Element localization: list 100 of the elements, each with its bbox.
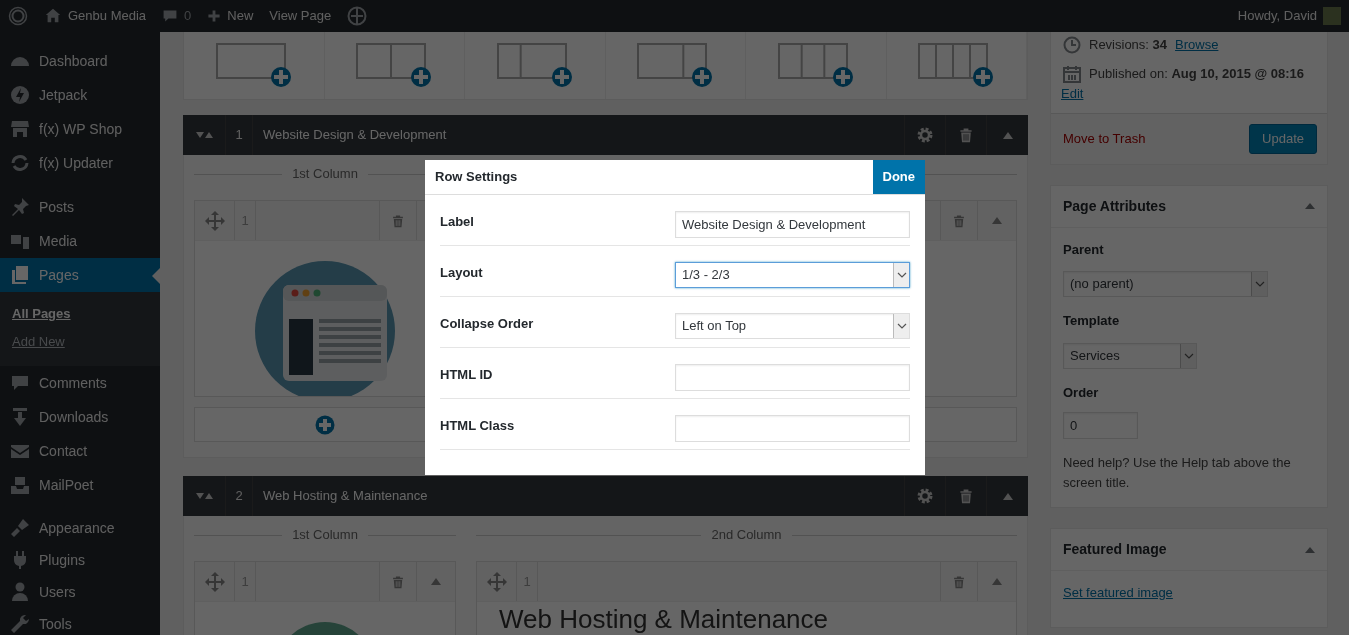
caret-up-icon[interactable] — [1002, 131, 1013, 139]
field-label: Template — [1063, 312, 1121, 330]
revisions-text: Revisions: 34 — [1089, 36, 1168, 55]
field-label: Collapse Order — [440, 315, 534, 333]
select-field[interactable]: Left on Top — [675, 313, 910, 339]
menu-item[interactable]: Comments — [0, 366, 160, 400]
trash-icon[interactable] — [958, 126, 974, 144]
menu-item[interactable]: Tools — [0, 608, 160, 635]
greeting-link[interactable]: Howdy, David — [1237, 6, 1317, 26]
layout-icon — [777, 43, 854, 88]
dialog-title: Row Settings — [434, 168, 519, 187]
pages-icon — [10, 265, 30, 285]
template-select[interactable]: Services — [1063, 342, 1197, 369]
new-link[interactable]: New — [227, 6, 254, 26]
layout-option-button[interactable] — [356, 43, 433, 88]
settings-button[interactable] — [916, 487, 934, 505]
globe-icon[interactable] — [347, 6, 368, 26]
download-icon — [10, 407, 30, 427]
site-name-link[interactable]: Genbu Media — [68, 6, 147, 26]
caret-up-icon[interactable] — [992, 217, 1002, 224]
layout-icon — [496, 43, 573, 88]
caret-up-icon[interactable] — [1305, 546, 1315, 553]
row-number: 1 — [235, 126, 243, 145]
trash-icon[interactable] — [952, 573, 966, 590]
input-field[interactable] — [675, 364, 910, 391]
box-title: Featured Image — [1063, 540, 1167, 559]
person-icon — [10, 582, 30, 602]
menu-item[interactable]: Pages — [0, 258, 160, 292]
chevron-down-icon — [1183, 352, 1194, 359]
menu-item[interactable]: Appearance — [0, 512, 160, 544]
brush-icon — [10, 518, 30, 538]
menu-item[interactable]: Downloads — [0, 400, 160, 434]
menu-item[interactable]: f(x) Updater — [0, 146, 160, 180]
add-icon[interactable] — [315, 414, 335, 435]
row-title: Website Design & Development — [263, 126, 447, 145]
menu-item[interactable]: Posts — [0, 190, 160, 224]
plus-icon — [207, 9, 222, 23]
menu-item[interactable]: Users — [0, 576, 160, 608]
parent-select[interactable]: (no parent) — [1063, 271, 1268, 297]
box-title: Page Attributes — [1063, 196, 1166, 216]
input-field[interactable] — [675, 415, 910, 442]
layout-icon — [637, 43, 714, 88]
menu-item[interactable]: Media — [0, 224, 160, 258]
caret-up-icon[interactable] — [992, 578, 1002, 585]
row-number: 2 — [235, 487, 243, 506]
layout-option-button[interactable] — [637, 43, 714, 88]
update-button[interactable]: Update — [1249, 124, 1317, 154]
order-field[interactable]: 0 — [1063, 412, 1138, 439]
wrench-icon — [10, 614, 30, 634]
calendar-icon — [1063, 64, 1081, 83]
select-field[interactable]: 1/3 - 2/3 — [675, 262, 910, 288]
menu-item[interactable]: f(x) WP Shop — [0, 112, 160, 146]
caret-up-icon[interactable] — [431, 578, 441, 585]
trash-icon[interactable] — [952, 212, 966, 229]
avatar-image — [1323, 7, 1341, 25]
layout-option-button[interactable] — [215, 43, 292, 88]
menu-item[interactable]: Plugins — [0, 544, 160, 576]
submenu-item[interactable]: All Pages — [0, 300, 160, 328]
view-page-link[interactable]: View Page — [269, 6, 332, 26]
move-to-trash-link[interactable]: Move to Trash — [1063, 129, 1146, 149]
refresh-icon — [10, 153, 30, 173]
move-icon[interactable] — [486, 571, 507, 592]
trash-icon[interactable] — [391, 573, 405, 590]
collapse-toggle-icon[interactable] — [195, 130, 213, 140]
input-field[interactable]: Website Design & Development — [675, 211, 910, 238]
field-label: Order — [1063, 383, 1100, 402]
browse-link[interactable]: Browse — [1175, 35, 1219, 55]
pin-icon — [10, 197, 30, 217]
menu-item[interactable]: Contact — [0, 434, 160, 468]
chevron-down-icon — [896, 323, 907, 329]
layout-icon — [215, 43, 292, 88]
edit-date-link[interactable]: Edit — [1061, 83, 1084, 103]
set-featured-image-link[interactable]: Set featured image — [1063, 585, 1173, 600]
field-label: Layout — [440, 264, 483, 282]
layout-option-button[interactable] — [777, 43, 854, 88]
collapse-toggle-icon[interactable] — [195, 491, 213, 501]
layout-option-button[interactable] — [496, 43, 573, 88]
move-icon[interactable] — [204, 571, 225, 592]
trash-icon[interactable] — [391, 212, 405, 229]
layout-option-button[interactable] — [918, 43, 995, 88]
published-date-text: Published on: Aug 10, 2015 @ 08:16 — [1089, 65, 1305, 83]
menu-item[interactable]: MailPoet — [0, 468, 160, 502]
menu-item[interactable]: Dashboard — [0, 44, 160, 78]
settings-button[interactable] — [916, 126, 934, 144]
column-heading: 2nd Column — [711, 526, 782, 545]
layout-icon — [918, 43, 995, 88]
trash-icon[interactable] — [958, 487, 974, 505]
menu-item[interactable]: Jetpack — [0, 78, 160, 112]
column-heading: 1st Column — [292, 526, 358, 545]
move-icon[interactable] — [204, 210, 225, 231]
caret-up-icon[interactable] — [1305, 203, 1315, 209]
help-text: Need help? Use the Help tab above the screen title. — [1063, 454, 1292, 492]
speech-bubble-icon — [10, 373, 30, 393]
clock-icon — [1063, 36, 1081, 54]
done-button[interactable]: Done — [872, 160, 925, 194]
storefront-icon — [10, 119, 30, 139]
house-icon — [44, 7, 62, 25]
tray-icon — [10, 475, 30, 495]
caret-up-icon[interactable] — [1002, 492, 1013, 500]
logo-icon[interactable] — [8, 6, 28, 26]
